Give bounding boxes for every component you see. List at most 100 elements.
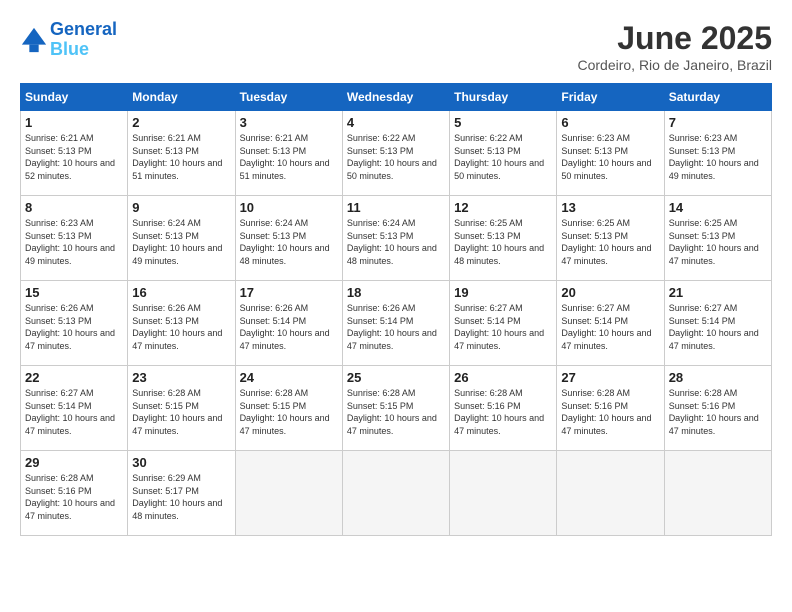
day-info: Sunrise: 6:24 AM Sunset: 5:13 PM Dayligh… [132,217,230,267]
calendar-cell: 26 Sunrise: 6:28 AM Sunset: 5:16 PM Dayl… [450,366,557,451]
day-number: 11 [347,200,445,215]
calendar-cell: 15 Sunrise: 6:26 AM Sunset: 5:13 PM Dayl… [21,281,128,366]
calendar-cell: 9 Sunrise: 6:24 AM Sunset: 5:13 PM Dayli… [128,196,235,281]
calendar-cell: 18 Sunrise: 6:26 AM Sunset: 5:14 PM Dayl… [342,281,449,366]
day-info: Sunrise: 6:21 AM Sunset: 5:13 PM Dayligh… [240,132,338,182]
day-number: 9 [132,200,230,215]
day-number: 22 [25,370,123,385]
calendar-cell: 29 Sunrise: 6:28 AM Sunset: 5:16 PM Dayl… [21,451,128,536]
day-number: 26 [454,370,552,385]
day-info: Sunrise: 6:22 AM Sunset: 5:13 PM Dayligh… [454,132,552,182]
day-number: 4 [347,115,445,130]
day-number: 18 [347,285,445,300]
day-info: Sunrise: 6:27 AM Sunset: 5:14 PM Dayligh… [454,302,552,352]
day-number: 1 [25,115,123,130]
day-info: Sunrise: 6:24 AM Sunset: 5:13 PM Dayligh… [347,217,445,267]
col-header-tuesday: Tuesday [235,84,342,111]
calendar-week-row: 15 Sunrise: 6:26 AM Sunset: 5:13 PM Dayl… [21,281,772,366]
day-number: 27 [561,370,659,385]
calendar-cell: 25 Sunrise: 6:28 AM Sunset: 5:15 PM Dayl… [342,366,449,451]
calendar-cell: 27 Sunrise: 6:28 AM Sunset: 5:16 PM Dayl… [557,366,664,451]
day-info: Sunrise: 6:24 AM Sunset: 5:13 PM Dayligh… [240,217,338,267]
calendar-cell: 14 Sunrise: 6:25 AM Sunset: 5:13 PM Dayl… [664,196,771,281]
col-header-wednesday: Wednesday [342,84,449,111]
day-info: Sunrise: 6:28 AM Sunset: 5:16 PM Dayligh… [25,472,123,522]
calendar-cell: 3 Sunrise: 6:21 AM Sunset: 5:13 PM Dayli… [235,111,342,196]
day-info: Sunrise: 6:26 AM Sunset: 5:14 PM Dayligh… [347,302,445,352]
day-info: Sunrise: 6:25 AM Sunset: 5:13 PM Dayligh… [561,217,659,267]
day-number: 30 [132,455,230,470]
day-number: 15 [25,285,123,300]
calendar-cell: 28 Sunrise: 6:28 AM Sunset: 5:16 PM Dayl… [664,366,771,451]
day-info: Sunrise: 6:25 AM Sunset: 5:13 PM Dayligh… [454,217,552,267]
calendar-cell: 1 Sunrise: 6:21 AM Sunset: 5:13 PM Dayli… [21,111,128,196]
col-header-sunday: Sunday [21,84,128,111]
calendar-week-row: 8 Sunrise: 6:23 AM Sunset: 5:13 PM Dayli… [21,196,772,281]
day-info: Sunrise: 6:28 AM Sunset: 5:15 PM Dayligh… [347,387,445,437]
col-header-monday: Monday [128,84,235,111]
day-number: 14 [669,200,767,215]
day-info: Sunrise: 6:28 AM Sunset: 5:15 PM Dayligh… [132,387,230,437]
day-info: Sunrise: 6:26 AM Sunset: 5:13 PM Dayligh… [132,302,230,352]
calendar-cell: 13 Sunrise: 6:25 AM Sunset: 5:13 PM Dayl… [557,196,664,281]
calendar-cell: 11 Sunrise: 6:24 AM Sunset: 5:13 PM Dayl… [342,196,449,281]
calendar-table: SundayMondayTuesdayWednesdayThursdayFrid… [20,83,772,536]
day-number: 16 [132,285,230,300]
calendar-cell: 10 Sunrise: 6:24 AM Sunset: 5:13 PM Dayl… [235,196,342,281]
header: General Blue June 2025 Cordeiro, Rio de … [20,20,772,73]
logo: General Blue [20,20,117,60]
calendar-cell: 20 Sunrise: 6:27 AM Sunset: 5:14 PM Dayl… [557,281,664,366]
calendar-cell: 17 Sunrise: 6:26 AM Sunset: 5:14 PM Dayl… [235,281,342,366]
day-info: Sunrise: 6:22 AM Sunset: 5:13 PM Dayligh… [347,132,445,182]
day-info: Sunrise: 6:28 AM Sunset: 5:15 PM Dayligh… [240,387,338,437]
calendar-cell [664,451,771,536]
day-number: 12 [454,200,552,215]
calendar-cell: 21 Sunrise: 6:27 AM Sunset: 5:14 PM Dayl… [664,281,771,366]
day-info: Sunrise: 6:27 AM Sunset: 5:14 PM Dayligh… [561,302,659,352]
calendar-cell: 16 Sunrise: 6:26 AM Sunset: 5:13 PM Dayl… [128,281,235,366]
calendar-cell [342,451,449,536]
location-subtitle: Cordeiro, Rio de Janeiro, Brazil [577,57,772,73]
calendar-cell [557,451,664,536]
day-info: Sunrise: 6:26 AM Sunset: 5:13 PM Dayligh… [25,302,123,352]
calendar-cell: 4 Sunrise: 6:22 AM Sunset: 5:13 PM Dayli… [342,111,449,196]
day-number: 25 [347,370,445,385]
logo-icon [20,26,48,54]
calendar-cell: 19 Sunrise: 6:27 AM Sunset: 5:14 PM Dayl… [450,281,557,366]
calendar-cell: 30 Sunrise: 6:29 AM Sunset: 5:17 PM Dayl… [128,451,235,536]
day-info: Sunrise: 6:23 AM Sunset: 5:13 PM Dayligh… [669,132,767,182]
day-number: 8 [25,200,123,215]
day-number: 5 [454,115,552,130]
day-info: Sunrise: 6:23 AM Sunset: 5:13 PM Dayligh… [561,132,659,182]
day-number: 28 [669,370,767,385]
day-info: Sunrise: 6:25 AM Sunset: 5:13 PM Dayligh… [669,217,767,267]
calendar-cell: 8 Sunrise: 6:23 AM Sunset: 5:13 PM Dayli… [21,196,128,281]
calendar-cell: 6 Sunrise: 6:23 AM Sunset: 5:13 PM Dayli… [557,111,664,196]
col-header-thursday: Thursday [450,84,557,111]
day-number: 13 [561,200,659,215]
day-info: Sunrise: 6:27 AM Sunset: 5:14 PM Dayligh… [25,387,123,437]
day-info: Sunrise: 6:26 AM Sunset: 5:14 PM Dayligh… [240,302,338,352]
month-title: June 2025 [577,20,772,57]
day-number: 23 [132,370,230,385]
day-number: 6 [561,115,659,130]
calendar-cell: 2 Sunrise: 6:21 AM Sunset: 5:13 PM Dayli… [128,111,235,196]
day-info: Sunrise: 6:21 AM Sunset: 5:13 PM Dayligh… [25,132,123,182]
day-number: 24 [240,370,338,385]
logo-text: General Blue [50,20,117,60]
day-number: 2 [132,115,230,130]
calendar-week-row: 22 Sunrise: 6:27 AM Sunset: 5:14 PM Dayl… [21,366,772,451]
calendar-week-row: 1 Sunrise: 6:21 AM Sunset: 5:13 PM Dayli… [21,111,772,196]
calendar-cell: 22 Sunrise: 6:27 AM Sunset: 5:14 PM Dayl… [21,366,128,451]
day-number: 3 [240,115,338,130]
day-number: 7 [669,115,767,130]
title-area: June 2025 Cordeiro, Rio de Janeiro, Braz… [577,20,772,73]
calendar-cell: 5 Sunrise: 6:22 AM Sunset: 5:13 PM Dayli… [450,111,557,196]
day-number: 29 [25,455,123,470]
calendar-cell: 12 Sunrise: 6:25 AM Sunset: 5:13 PM Dayl… [450,196,557,281]
day-number: 20 [561,285,659,300]
day-number: 10 [240,200,338,215]
calendar-cell: 24 Sunrise: 6:28 AM Sunset: 5:15 PM Dayl… [235,366,342,451]
calendar-cell [235,451,342,536]
col-header-friday: Friday [557,84,664,111]
